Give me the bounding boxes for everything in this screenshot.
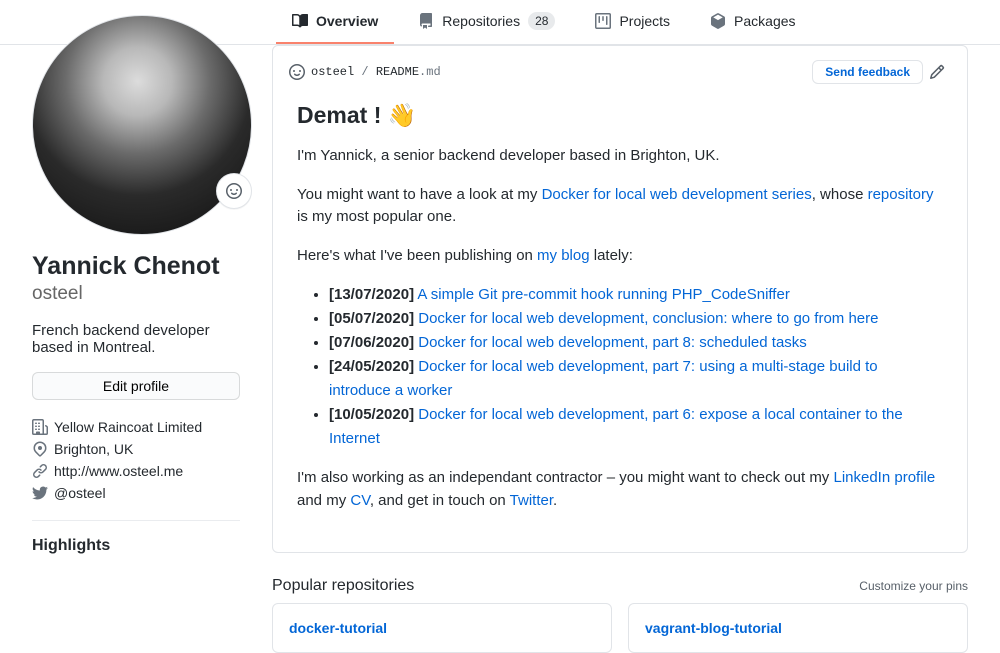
company-text: Yellow Raincoat Limited [54, 419, 202, 435]
profile-bio: French backend developer based in Montre… [32, 322, 240, 356]
repo-count-badge: 28 [528, 12, 555, 30]
tab-overview[interactable]: Overview [276, 0, 394, 44]
package-icon [710, 13, 726, 29]
readme-path: osteel / README.md [289, 64, 812, 80]
repo-icon [418, 13, 434, 29]
customize-pins-link[interactable]: Customize your pins [859, 579, 968, 593]
location-icon [32, 441, 48, 457]
repo-name-link[interactable]: vagrant-blog-tutorial [645, 620, 782, 636]
profile-location: Brighton, UK [32, 438, 240, 460]
readme-para-3: Here's what I've been publishing on my b… [297, 245, 943, 268]
list-item: [10/05/2020] Docker for local web develo… [329, 403, 943, 451]
website-text: http://www.osteel.me [54, 463, 183, 479]
profile-twitter[interactable]: @osteel [32, 482, 240, 504]
tab-label: Packages [734, 13, 795, 29]
blog-post-list: [13/07/2020] A simple Git pre-commit hoo… [297, 283, 943, 451]
readme-para-4: I'm also working as an independant contr… [297, 467, 943, 512]
location-text: Brighton, UK [54, 441, 133, 457]
highlights-heading: Highlights [32, 520, 240, 555]
organization-icon [32, 419, 48, 435]
profile-username: osteel [32, 282, 240, 306]
link-docker-series[interactable]: Docker for local web development series [542, 186, 812, 203]
smiley-icon [226, 183, 242, 199]
set-status-button[interactable] [216, 173, 252, 209]
link-blog[interactable]: my blog [537, 247, 590, 264]
book-icon [292, 13, 308, 29]
project-icon [595, 13, 611, 29]
list-item: [07/06/2020] Docker for local web develo… [329, 331, 943, 355]
tab-projects[interactable]: Projects [579, 0, 686, 44]
tab-label: Overview [316, 13, 378, 29]
profile-website[interactable]: http://www.osteel.me [32, 460, 240, 482]
edit-readme-button[interactable] [923, 58, 951, 86]
twitter-icon [32, 485, 48, 501]
pencil-icon [929, 64, 945, 80]
blog-post-link[interactable]: Docker for local web development, part 8… [418, 334, 807, 351]
profile-company: Yellow Raincoat Limited [32, 416, 240, 438]
popular-repos-heading: Popular repositories [272, 577, 859, 595]
edit-profile-button[interactable]: Edit profile [32, 372, 240, 400]
tab-label: Projects [619, 13, 670, 29]
twitter-text: @osteel [54, 485, 106, 501]
repo-card[interactable]: vagrant-blog-tutorial [628, 603, 968, 653]
repo-card[interactable]: docker-tutorial [272, 603, 612, 653]
blog-post-link[interactable]: Docker for local web development, conclu… [418, 310, 878, 327]
link-linkedin[interactable]: LinkedIn profile [833, 469, 935, 486]
tab-packages[interactable]: Packages [694, 0, 811, 44]
blog-post-link[interactable]: Docker for local web development, part 6… [329, 406, 903, 447]
list-item: [24/05/2020] Docker for local web develo… [329, 355, 943, 403]
link-repository[interactable]: repository [868, 186, 934, 203]
send-feedback-button[interactable]: Send feedback [812, 60, 923, 84]
blog-post-link[interactable]: A simple Git pre-commit hook running PHP… [417, 286, 789, 303]
profile-sidebar: Yannick Chenot osteel French backend dev… [0, 45, 256, 653]
list-item: [05/07/2020] Docker for local web develo… [329, 307, 943, 331]
profile-readme: osteel / README.md Send feedback Demat !… [272, 45, 968, 553]
link-twitter[interactable]: Twitter [510, 492, 553, 509]
tab-repositories[interactable]: Repositories 28 [402, 0, 571, 44]
readme-title: Demat ! 👋 [297, 102, 943, 129]
readme-intro: I'm Yannick, a senior backend developer … [297, 145, 943, 168]
profile-name: Yannick Chenot [32, 251, 240, 282]
link-icon [32, 463, 48, 479]
readme-para-2: You might want to have a look at my Dock… [297, 184, 943, 229]
tab-label: Repositories [442, 13, 520, 29]
link-cv[interactable]: CV [350, 492, 369, 509]
smiley-icon [289, 64, 305, 80]
repo-name-link[interactable]: docker-tutorial [289, 620, 387, 636]
list-item: [13/07/2020] A simple Git pre-commit hoo… [329, 283, 943, 307]
